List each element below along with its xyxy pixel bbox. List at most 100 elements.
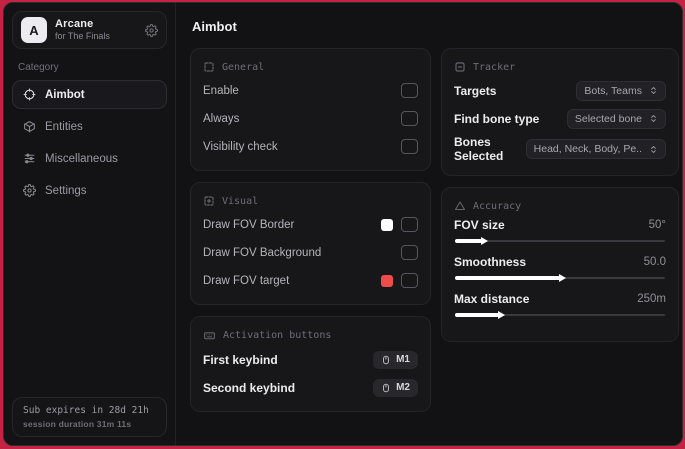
- sidebar-item-settings[interactable]: Settings: [12, 176, 167, 205]
- sidebar-item-label: Entities: [45, 120, 83, 133]
- always-checkbox[interactable]: [401, 111, 418, 126]
- select-value: Bots, Teams: [584, 84, 642, 97]
- setting-label: Draw FOV Background: [203, 246, 322, 259]
- slider-group: FOV size 50°: [454, 218, 666, 245]
- panel-title: Accuracy: [473, 200, 522, 212]
- fov-border-color-swatch[interactable]: [381, 218, 393, 231]
- draw-fov-border-checkbox[interactable]: [401, 217, 418, 232]
- square-plus-icon: [203, 195, 215, 207]
- sidebar-item-miscellaneous[interactable]: Miscellaneous: [12, 144, 167, 173]
- setting-row: Visibility check: [203, 135, 418, 158]
- keyboard-icon: [203, 329, 216, 342]
- brand-subtitle: for The Finals: [55, 31, 110, 42]
- setting-row: First keybind M1: [203, 348, 418, 371]
- slider-fill: [455, 237, 489, 245]
- brand-card: A Arcane for The Finals: [12, 11, 167, 49]
- visibility-check-checkbox[interactable]: [401, 139, 418, 154]
- tracker-panel: Tracker Targets Bots, Teams Find bone ty…: [441, 48, 679, 176]
- setting-label: First keybind: [203, 352, 278, 367]
- slider-label: Smoothness: [454, 255, 527, 269]
- slider-value: 50°: [648, 219, 666, 231]
- max-distance-slider[interactable]: [455, 311, 665, 319]
- slider-fill: [455, 311, 506, 319]
- settings-gear-icon[interactable]: [145, 23, 158, 37]
- smoothness-slider[interactable]: [455, 274, 665, 282]
- setting-label: Second keybind: [203, 380, 296, 395]
- sliders-icon: [23, 152, 36, 165]
- panel-title: General: [222, 61, 265, 73]
- app-window: A Arcane for The Finals Category Aimbot: [3, 2, 683, 446]
- activation-buttons-panel: Activation buttons First keybind M1 Seco…: [190, 316, 431, 412]
- draw-fov-background-checkbox[interactable]: [401, 245, 418, 260]
- setting-label: Visibility check: [203, 140, 278, 153]
- slider-value: 50.0: [643, 256, 666, 268]
- fov-target-color-swatch[interactable]: [381, 274, 393, 287]
- slider-label: FOV size: [454, 218, 505, 232]
- sidebar: A Arcane for The Finals Category Aimbot: [4, 3, 176, 445]
- setting-label: Draw FOV Border: [203, 218, 295, 231]
- setting-label: Find bone type: [454, 111, 540, 126]
- subscription-info-card: Sub expires in 28d 21h session duration …: [12, 397, 167, 437]
- main-content: Aimbot General Enable Always Visibility …: [176, 3, 682, 445]
- sidebar-item-entities[interactable]: Entities: [12, 112, 167, 141]
- brand-logo: A: [21, 17, 47, 43]
- keybind-value: M2: [396, 382, 410, 393]
- sidebar-item-label: Settings: [45, 184, 87, 197]
- slider-label: Max distance: [454, 292, 530, 306]
- session-duration-text: session duration 31m 11s: [23, 419, 132, 429]
- setting-row: Draw FOV Border: [203, 213, 418, 236]
- slider-group: Max distance 250m: [454, 292, 666, 319]
- slider-fill: [455, 274, 566, 282]
- general-panel: General Enable Always Visibility check: [190, 48, 431, 171]
- select-value: Selected bone: [574, 112, 642, 125]
- brand-name: Arcane: [55, 17, 94, 30]
- setting-row: Draw FOV target: [203, 269, 418, 292]
- category-label: Category: [18, 62, 59, 73]
- bones-selected-select[interactable]: Head, Neck, Body, Pe..: [525, 139, 666, 159]
- select-value: Head, Neck, Body, Pe..: [533, 143, 642, 155]
- setting-label: Draw FOV target: [203, 274, 290, 287]
- find-bone-type-select[interactable]: Selected bone: [566, 108, 666, 129]
- setting-label: Bones Selected: [454, 135, 504, 163]
- sub-expiry-text: Sub expires in 28d 21h: [23, 405, 149, 416]
- sidebar-item-aimbot[interactable]: Aimbot: [12, 80, 167, 109]
- mouse-icon: [381, 382, 391, 394]
- setting-label: Targets: [454, 83, 497, 98]
- setting-row: Find bone type Selected bone: [454, 107, 666, 130]
- setting-row: Always: [203, 107, 418, 130]
- targets-select[interactable]: Bots, Teams: [576, 80, 666, 101]
- square-minus-icon: [454, 61, 466, 73]
- crosshair-icon: [23, 88, 36, 101]
- setting-label: Always: [203, 112, 240, 125]
- chevron-up-down-icon: [649, 85, 658, 96]
- visual-panel: Visual Draw FOV Border Draw FOV Backgrou…: [190, 182, 431, 305]
- panel-title: Visual: [222, 195, 259, 207]
- sidebar-item-label: Aimbot: [45, 88, 85, 101]
- brand-text: Arcane for The Finals: [55, 18, 110, 43]
- sidebar-item-label: Miscellaneous: [45, 152, 118, 165]
- keybind-value: M1: [396, 354, 410, 365]
- chevron-up-down-icon: [649, 144, 658, 155]
- dashed-square-icon: [203, 61, 215, 73]
- second-keybind-button[interactable]: M2: [373, 378, 418, 397]
- mouse-icon: [381, 354, 391, 366]
- triangle-icon: [454, 200, 466, 212]
- slider-group: Smoothness 50.0: [454, 255, 666, 282]
- fov-size-slider[interactable]: [455, 237, 665, 245]
- setting-row: Enable: [203, 79, 418, 102]
- setting-row: Second keybind M2: [203, 376, 418, 399]
- cube-icon: [23, 120, 36, 133]
- setting-label: Enable: [203, 84, 239, 97]
- chevron-up-down-icon: [649, 113, 658, 124]
- panel-title: Tracker: [473, 61, 516, 73]
- setting-row: Targets Bots, Teams: [454, 79, 666, 102]
- gear-icon: [23, 184, 36, 197]
- draw-fov-target-checkbox[interactable]: [401, 273, 418, 288]
- setting-row: Bones Selected Head, Neck, Body, Pe..: [454, 135, 666, 163]
- slider-value: 250m: [637, 293, 666, 305]
- enable-checkbox[interactable]: [401, 83, 418, 98]
- panel-title: Activation buttons: [223, 330, 332, 341]
- page-title: Aimbot: [192, 19, 237, 34]
- setting-row: Draw FOV Background: [203, 241, 418, 264]
- first-keybind-button[interactable]: M1: [373, 350, 418, 369]
